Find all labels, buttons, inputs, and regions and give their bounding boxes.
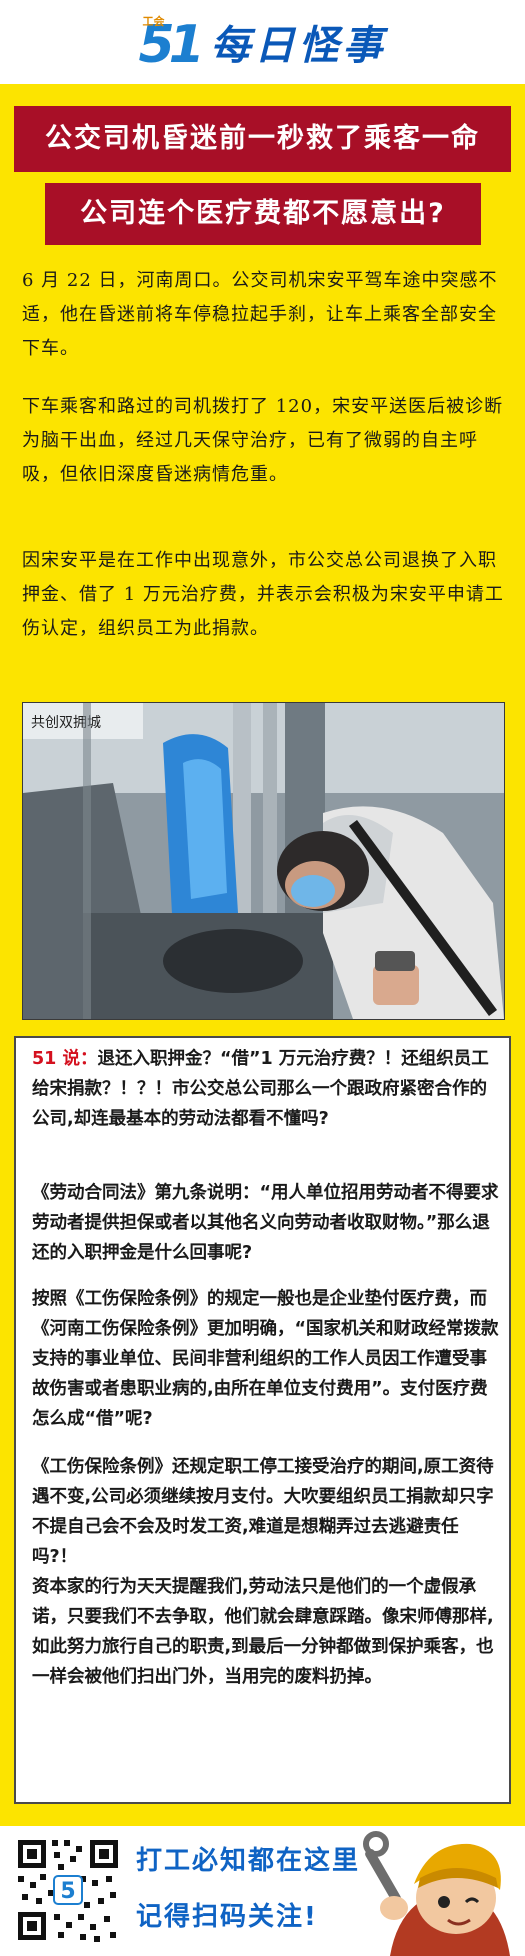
commentary-lead: 51 说：	[32, 1049, 98, 1069]
headline-banner-1: 公交司机昏迷前一秒救了乘客一命	[14, 106, 511, 172]
article-page: 51 工会 每日怪事 公交司机昏迷前一秒救了乘客一命 公司连个医疗费都不愿意出?…	[0, 0, 525, 1956]
commentary-paragraph-5: 资本家的行为天天提醒我们,劳动法只是他们的一个虚假承诺，只要我们不去争取，他们就…	[32, 1577, 494, 1687]
story-paragraph-3: 因宋安平是在工作中出现意外，市公交总公司退换了入职押金、借了 1 万元治疗费，并…	[22, 550, 504, 639]
worker-mascot-illustration	[363, 1831, 510, 1956]
brand-header: 51 工会 每日怪事	[0, 0, 525, 84]
logo-union-label: 工会	[142, 15, 165, 28]
headline-banner-2: 公司连个医疗费都不愿意出?	[45, 183, 481, 245]
commentary-paragraph-1: 51 说：退还入职押金？“借”1 万元治疗费？！还组织员工给宋捐款？！？！市公交…	[32, 1044, 500, 1134]
news-photo: 共创双拥城	[22, 702, 505, 1020]
commentary-paragraph-4: 《工伤保险条例》还规定职工停工接受治疗的期间,原工资待遇不变,公司必须继续按月支…	[32, 1457, 494, 1567]
bus-driver-illustration: 共创双拥城	[23, 703, 504, 1019]
follow-slogan-1: 打工必知都在这里	[136, 1846, 361, 1876]
follow-footer: 5 打工必知都在这里 记得扫码关注!	[0, 1826, 525, 1956]
commentary-box: 51 说：退还入职押金？“借”1 万元治疗费？！还组织员工给宋捐款？！？！市公交…	[14, 1036, 511, 1804]
follow-slogan-2: 记得扫码关注!	[136, 1902, 318, 1932]
story-paragraph-2: 下车乘客和路过的司机拨打了 120，宋安平送医后被诊断为脑干出血，经过几天保守治…	[22, 396, 504, 485]
logo-mark: 51 工会	[139, 11, 205, 73]
brand-logo: 51 工会 每日怪事	[139, 11, 387, 73]
commentary-paragraph-3: 按照《工伤保险条例》的规定一般也是企业垫付医疗费，而《河南工伤保险条例》更加明确…	[32, 1289, 499, 1429]
qr-code[interactable]: 5	[14, 1836, 122, 1944]
qr-center-mark: 5	[60, 1879, 75, 1904]
story-paragraph-1: 6 月 22 日，河南周口。公交司机宋安平驾车途中突感不适，他在昏迷前将车停稳拉…	[22, 270, 498, 359]
column-title: 每日怪事	[210, 22, 387, 69]
commentary-paragraph-2: 《劳动合同法》第九条说明：“用人单位招用劳动者不得要求劳动者提供担保或者以其他名…	[32, 1183, 499, 1263]
commentary-paragraph-1-text: 退还入职押金？“借”1 万元治疗费？！还组织员工给宋捐款？！？！市公交总公司那么…	[32, 1049, 489, 1129]
article-board: 公交司机昏迷前一秒救了乘客一命 公司连个医疗费都不愿意出? 6 月 22 日，河…	[0, 84, 525, 1826]
